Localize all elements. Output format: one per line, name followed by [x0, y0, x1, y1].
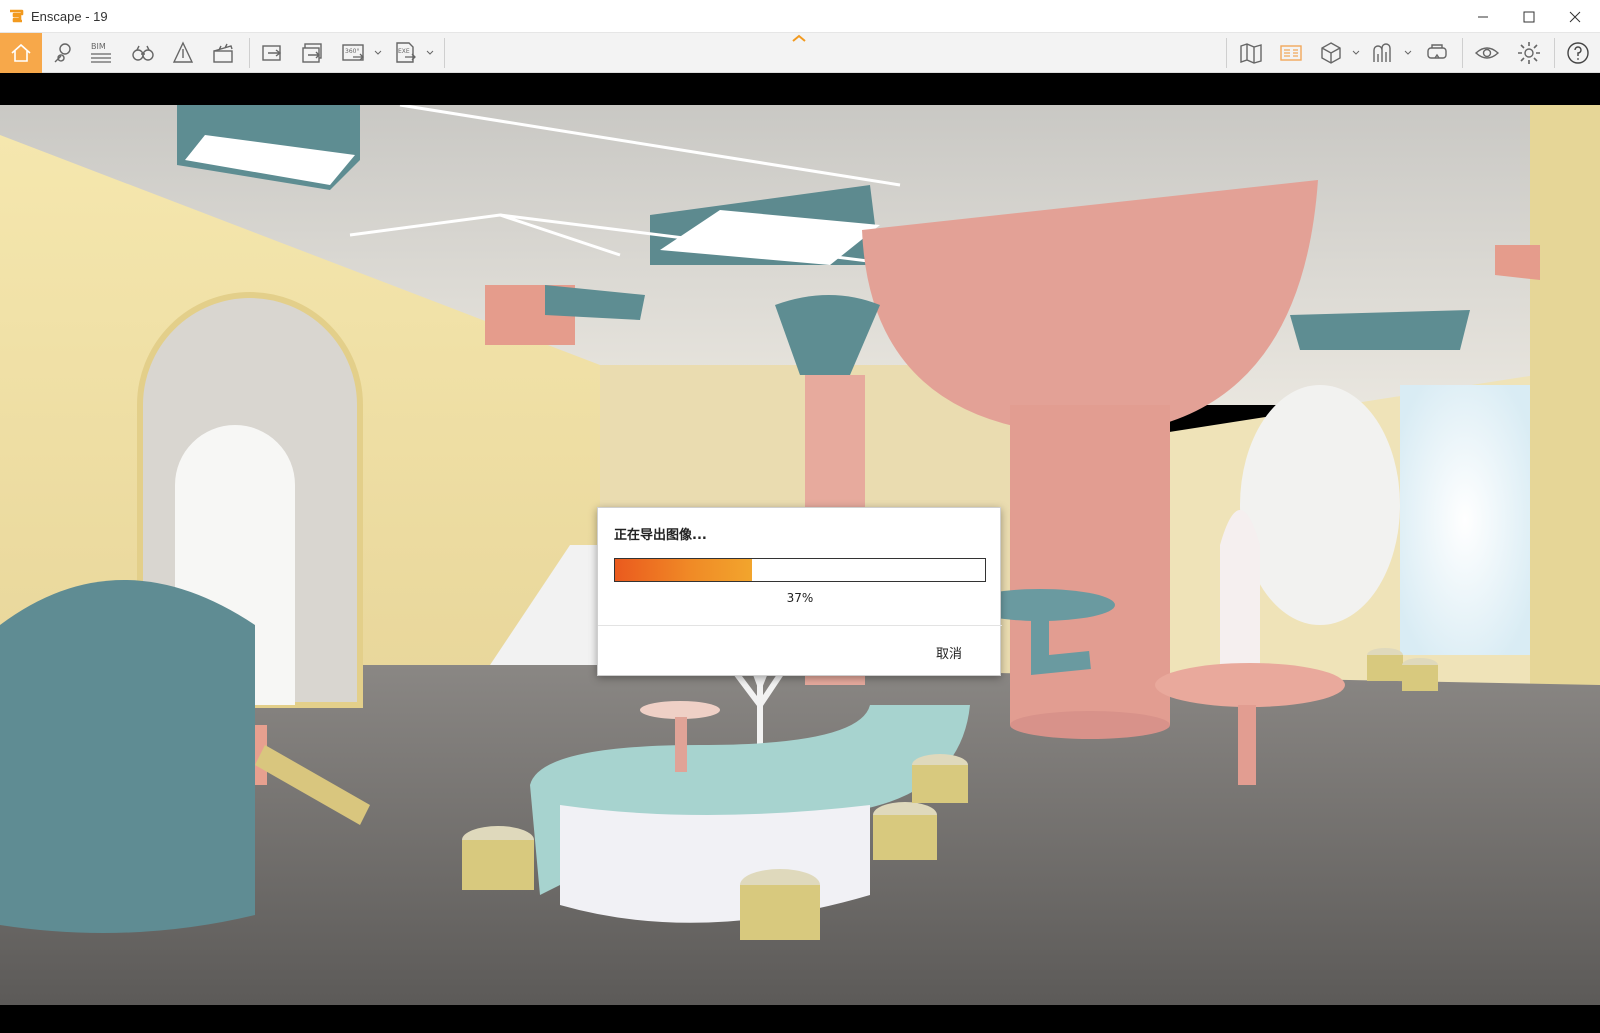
export-status-message: 正在导出图像...	[614, 528, 707, 543]
panorama-button[interactable]: 360°	[338, 33, 370, 73]
help-icon	[1567, 42, 1589, 64]
enscape-window: Enscape - 19 BIM 360° EXE 正在导出图像... 37% …	[0, 0, 1600, 1033]
section-icon	[172, 41, 194, 63]
toolbar-separator	[1462, 38, 1463, 68]
section-button[interactable]	[168, 33, 198, 73]
bim-icon: BIM	[91, 42, 111, 63]
material-icon	[1373, 43, 1391, 62]
toolbar-separator	[249, 38, 250, 68]
panorama-dropdown[interactable]	[372, 33, 384, 73]
asset-library-button[interactable]	[1276, 33, 1306, 73]
chevron-down-icon	[1404, 50, 1412, 55]
toolbar-separator	[444, 38, 445, 68]
close-button[interactable]	[1552, 0, 1598, 33]
view-cube-icon	[1321, 42, 1341, 64]
minimize-button[interactable]	[1460, 0, 1506, 33]
views-button[interactable]	[48, 33, 78, 73]
vr-headset-button[interactable]	[1422, 33, 1452, 73]
bim-button[interactable]: BIM	[86, 33, 116, 73]
material-button[interactable]	[1368, 33, 1398, 73]
settings-button[interactable]	[1514, 33, 1544, 73]
export-progress-fill	[615, 559, 752, 581]
view-cube-dropdown[interactable]	[1350, 33, 1362, 73]
clapper-icon	[213, 43, 233, 63]
title-bar: Enscape - 19	[0, 0, 1600, 33]
pin-icon	[54, 43, 71, 63]
close-icon	[1569, 11, 1581, 22]
screenshot-button[interactable]	[258, 33, 288, 73]
panorama-label: 360°	[345, 48, 359, 55]
view-cube-button[interactable]	[1316, 33, 1346, 73]
dialog-divider	[598, 625, 1002, 626]
toolbar-separator	[1554, 38, 1555, 68]
vr-headset-icon	[1427, 44, 1447, 59]
binoculars-button[interactable]	[128, 33, 158, 73]
map-icon	[1240, 43, 1262, 64]
visual-settings-button[interactable]	[1472, 33, 1502, 73]
maximize-icon	[1523, 11, 1535, 22]
window-title: Enscape - 19	[31, 9, 108, 24]
material-dropdown[interactable]	[1402, 33, 1414, 73]
exe-export-dropdown[interactable]	[424, 33, 436, 73]
panorama-icon: 360°	[342, 44, 364, 61]
asset-library-icon	[1280, 45, 1302, 61]
cancel-button[interactable]: 取消	[918, 640, 980, 664]
chevron-down-icon	[1352, 50, 1360, 55]
render-viewport[interactable]: 正在导出图像... 37% 取消	[0, 73, 1600, 1033]
exe-export-button[interactable]: EXE	[390, 33, 422, 73]
video-editor-button[interactable]	[208, 33, 238, 73]
chevron-down-icon	[374, 50, 382, 55]
exe-label: EXE	[398, 48, 410, 55]
home-button[interactable]	[0, 33, 42, 73]
batch-render-button[interactable]	[298, 33, 328, 73]
exe-export-icon: EXE	[396, 42, 416, 63]
binoculars-icon	[132, 45, 154, 61]
screenshot-icon	[262, 45, 282, 61]
enscape-logo-icon	[8, 8, 24, 24]
map-button[interactable]	[1236, 33, 1266, 73]
bim-label: BIM	[91, 42, 106, 51]
visual-settings-icon	[1474, 47, 1500, 59]
toolbar-separator	[1226, 38, 1227, 68]
chevron-up-icon[interactable]	[790, 33, 808, 43]
home-icon	[11, 43, 31, 62]
batch-render-icon	[302, 43, 322, 63]
help-button[interactable]	[1562, 33, 1594, 73]
settings-icon	[1518, 42, 1540, 64]
minimize-icon	[1478, 16, 1488, 17]
chevron-down-icon	[426, 50, 434, 55]
export-progress-percent: 37%	[786, 591, 814, 605]
export-progress-dialog: 正在导出图像... 37% 取消	[597, 507, 1002, 676]
maximize-button[interactable]	[1506, 0, 1552, 33]
export-progress-bar	[614, 558, 986, 582]
